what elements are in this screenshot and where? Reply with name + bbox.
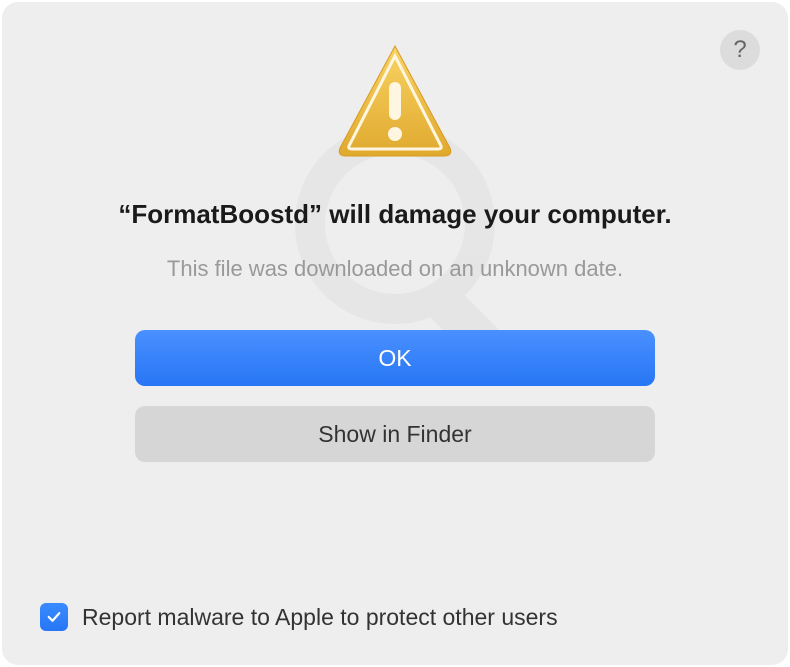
- ok-button[interactable]: OK: [135, 330, 655, 386]
- help-icon: ?: [733, 36, 746, 64]
- alert-dialog: ? “FormatBoostd” will damage your comput…: [2, 2, 788, 665]
- show-in-finder-button[interactable]: Show in Finder: [135, 406, 655, 462]
- alert-title: “FormatBoostd” will damage your computer…: [118, 197, 671, 232]
- help-button[interactable]: ?: [720, 30, 760, 70]
- report-malware-checkbox[interactable]: [40, 603, 68, 631]
- alert-subtitle: This file was downloaded on an unknown d…: [167, 256, 623, 282]
- report-malware-row: Report malware to Apple to protect other…: [40, 603, 558, 631]
- report-malware-label: Report malware to Apple to protect other…: [82, 604, 558, 631]
- warning-icon: [330, 38, 460, 173]
- checkmark-icon: [45, 608, 63, 626]
